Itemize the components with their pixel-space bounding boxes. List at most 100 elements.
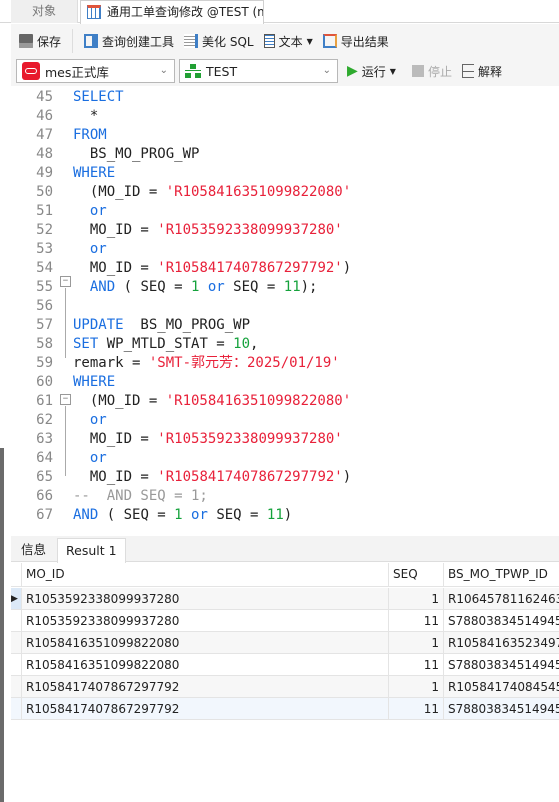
explain-label: 解释 xyxy=(478,64,503,79)
code-token: or xyxy=(73,412,107,428)
table-row[interactable]: ▶ R1053592338099937280 1 R106457811624638 xyxy=(11,588,559,610)
table-cell[interactable]: R106457811624638 xyxy=(444,588,559,609)
code-text: FROM xyxy=(73,126,107,145)
text-button[interactable]: 文本 ▼ xyxy=(261,29,316,53)
code-token: 'R1053592338099937280' xyxy=(157,222,343,238)
table-cell[interactable]: 11 xyxy=(389,654,444,675)
explain-icon xyxy=(462,64,474,78)
table-cell[interactable]: R1058416351099822080 xyxy=(22,654,389,675)
export-icon xyxy=(322,34,337,48)
row-indicator[interactable] xyxy=(11,698,22,719)
code-token: remark = xyxy=(73,355,149,371)
dropdown-arrow-icon[interactable]: ▼ xyxy=(307,37,313,46)
column-header-bs-mo-tpwp-id[interactable]: BS_MO_TPWP_ID xyxy=(444,563,559,586)
table-cell[interactable]: R1053592338099937280 xyxy=(22,610,389,631)
code-token: 'R1058417407867297792' xyxy=(157,260,343,276)
code-token: 'SMT-郭元芳：2025/01/19' xyxy=(148,355,340,371)
code-token: ) xyxy=(283,507,293,523)
line-number: 50 xyxy=(36,184,53,200)
splitter-edge xyxy=(0,448,4,802)
row-indicator[interactable] xyxy=(11,676,22,697)
tab-result-1[interactable]: Result 1 xyxy=(57,538,126,563)
oracle-icon xyxy=(22,62,40,80)
table-cell[interactable]: R1058417407867297792 xyxy=(22,698,389,719)
code-text: or xyxy=(73,411,107,430)
code-text: or xyxy=(73,449,107,468)
code-text: SET WP_MTLD_STAT = 10, xyxy=(73,335,258,354)
table-row[interactable]: R1058416351099822080 1 R105841635234972 xyxy=(11,632,559,654)
beautify-sql-button[interactable]: 美化 SQL xyxy=(181,29,257,53)
code-token: ); xyxy=(300,279,318,295)
query-builder-button[interactable]: 查询创建工具 xyxy=(81,29,177,53)
column-header-seq[interactable]: SEQ xyxy=(389,563,444,586)
table-cell[interactable]: R1058416351099822080 xyxy=(22,632,389,653)
stop-button[interactable]: 停止 xyxy=(409,59,455,83)
row-indicator[interactable] xyxy=(11,610,22,631)
line-number: 66 xyxy=(36,488,53,504)
line-number: 57 xyxy=(36,317,53,333)
table-cell[interactable]: S788038345149452 xyxy=(444,654,559,675)
code-token: MO_ID = xyxy=(73,469,158,485)
query-builder-icon xyxy=(84,34,99,48)
table-row[interactable]: R1058416351099822080 11 S788038345149452 xyxy=(11,654,559,676)
table-cell[interactable]: R1053592338099937280 xyxy=(22,588,389,609)
line-number: 51 xyxy=(36,203,53,219)
play-icon: ▶ xyxy=(347,63,358,79)
run-button[interactable]: ▶ 运行 ▼ xyxy=(344,59,399,83)
tab-info[interactable]: 信息 xyxy=(13,538,54,563)
code-token: FROM xyxy=(73,127,107,143)
code-token: BS_MO_PROG_WP xyxy=(73,146,200,162)
schema-select[interactable]: TEST ⌄ xyxy=(179,59,338,83)
table-row[interactable]: R1058417407867297792 1 R105841740845450 xyxy=(11,676,559,698)
line-number: 61 xyxy=(36,393,53,409)
line-number: 55 xyxy=(36,279,53,295)
result-tabs: 信息 Result 1 xyxy=(11,536,559,563)
query-table-icon xyxy=(87,5,101,19)
tab-query[interactable]: 通用工单查询修改 @TEST (m... xyxy=(80,0,264,24)
table-cell[interactable]: R1058417407867297792 xyxy=(22,676,389,697)
code-token: MO_ID = xyxy=(73,260,158,276)
beautify-icon xyxy=(184,34,199,48)
line-number: 67 xyxy=(36,507,53,523)
code-token: AND xyxy=(73,507,99,523)
code-token: ( SEQ = xyxy=(115,279,192,295)
table-cell[interactable]: 1 xyxy=(389,632,444,653)
code-token: WHERE xyxy=(73,374,116,390)
code-token: UPDATE xyxy=(73,317,124,333)
line-number: 59 xyxy=(36,355,53,371)
table-cell[interactable]: 1 xyxy=(389,676,444,697)
line-number: 62 xyxy=(36,412,53,428)
code-text: SELECT xyxy=(73,88,124,107)
table-cell[interactable]: R105841635234972 xyxy=(444,632,559,653)
table-cell[interactable]: 11 xyxy=(389,610,444,631)
table-row[interactable]: R1053592338099937280 11 S788038345149452 xyxy=(11,610,559,632)
column-header-mo-id[interactable]: MO_ID xyxy=(22,563,389,586)
row-indicator[interactable] xyxy=(11,632,22,653)
fold-toggle-icon[interactable]: − xyxy=(60,394,71,405)
beautify-label: 美化 SQL xyxy=(202,34,254,49)
table-cell[interactable]: R105841740845450 xyxy=(444,676,559,697)
fold-guide xyxy=(65,406,66,476)
code-text: BS_MO_PROG_WP xyxy=(73,145,200,164)
tab-objects[interactable]: 对象 xyxy=(11,0,78,23)
export-label: 导出结果 xyxy=(340,34,389,49)
code-token: SELECT xyxy=(73,89,124,105)
table-cell[interactable]: S788038345149452 xyxy=(444,698,559,719)
save-button[interactable]: 保存 xyxy=(16,29,64,53)
table-cell[interactable]: 1 xyxy=(389,588,444,609)
fold-toggle-icon[interactable]: − xyxy=(60,276,71,287)
table-row[interactable]: R1058417407867297792 11 S788038345149452 xyxy=(11,698,559,720)
line-number: 65 xyxy=(36,469,53,485)
fold-guide xyxy=(65,288,66,358)
table-cell[interactable]: S788038345149452 xyxy=(444,610,559,631)
sql-editor[interactable]: − − 45 SELECT 46 * 47 FROM 48 BS_MO_PROG_WP 49… xyxy=(11,86,559,530)
connection-select[interactable]: mes正式库 ⌄ xyxy=(16,59,175,83)
table-cell[interactable]: 11 xyxy=(389,698,444,719)
code-text: (MO_ID = 'R1058416351099822080' xyxy=(73,183,351,202)
dropdown-arrow-icon[interactable]: ▼ xyxy=(390,67,396,76)
row-indicator[interactable] xyxy=(11,654,22,675)
current-row-indicator-icon[interactable]: ▶ xyxy=(11,588,22,609)
export-button[interactable]: 导出结果 xyxy=(320,29,392,53)
explain-button[interactable]: 解释 xyxy=(459,59,505,83)
tab-bar: 对象 通用工单查询修改 @TEST (m... xyxy=(0,0,559,24)
